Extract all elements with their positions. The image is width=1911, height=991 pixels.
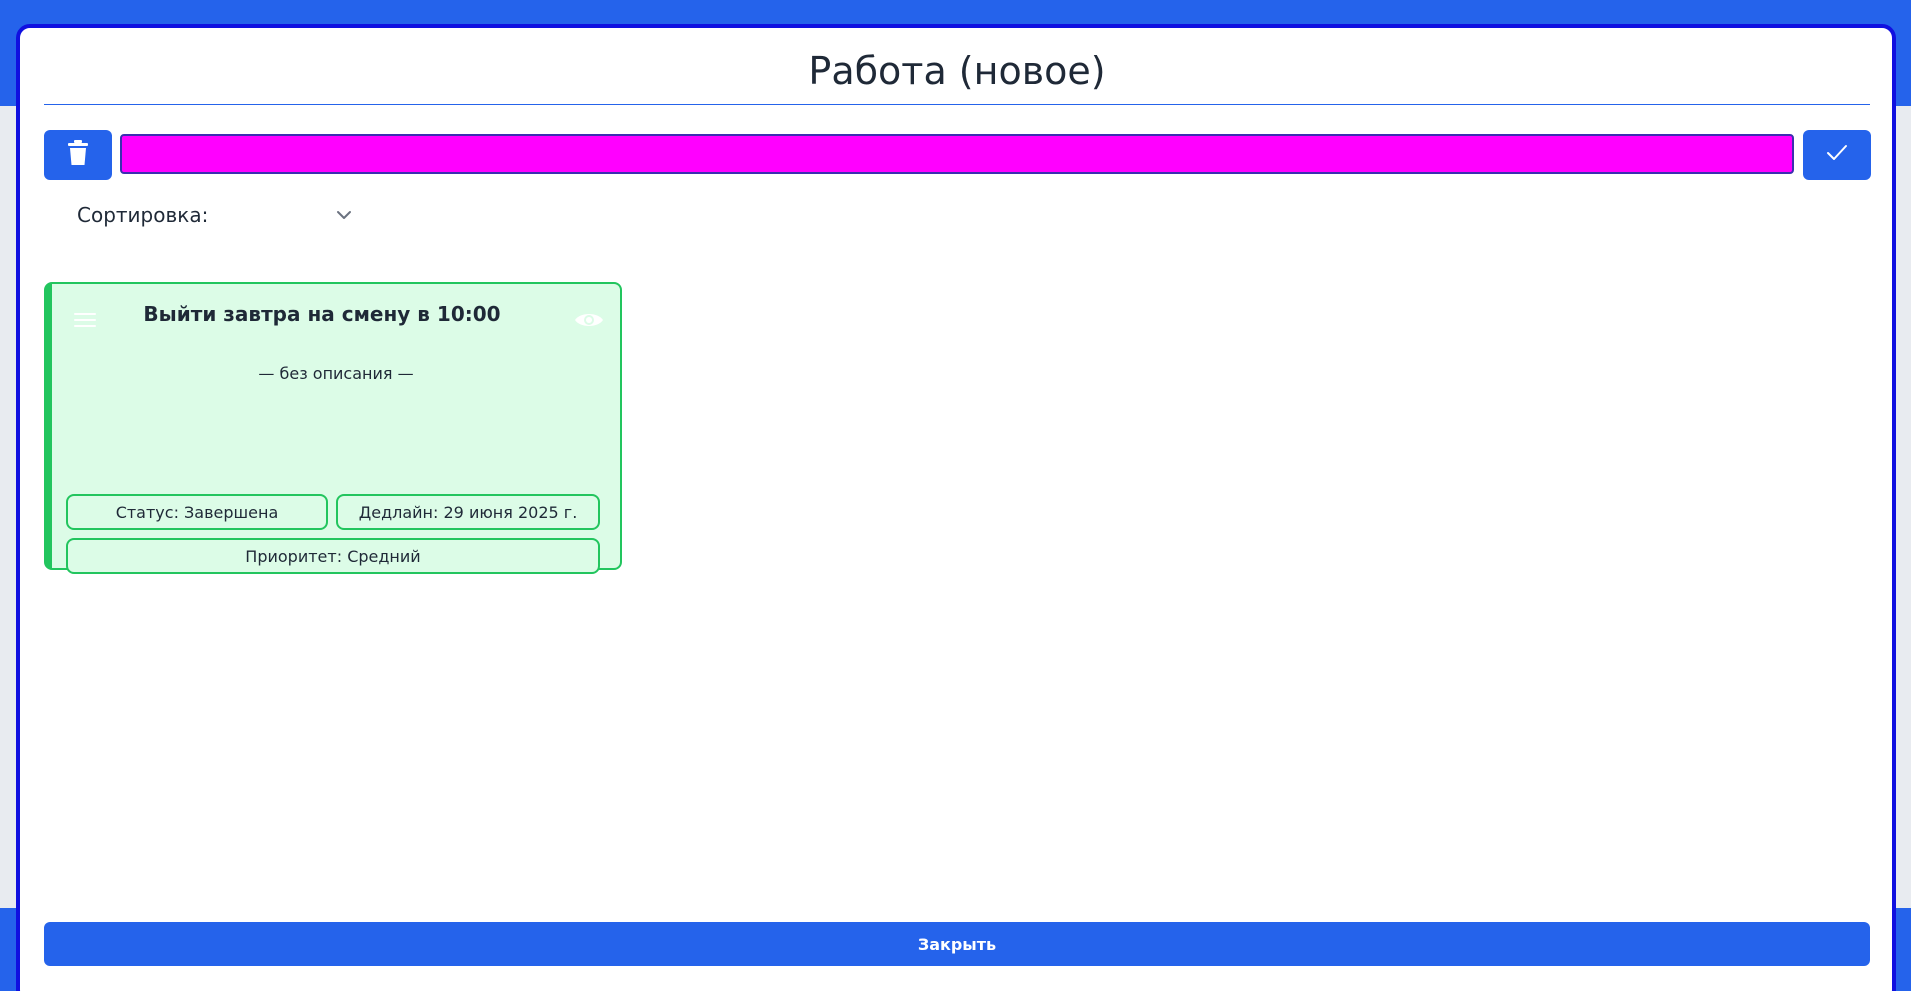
- drag-handle-icon[interactable]: [74, 312, 96, 328]
- task-card[interactable]: Выйти завтра на смену в 10:00 — без опис…: [44, 282, 622, 574]
- eye-icon[interactable]: [574, 310, 604, 330]
- status-badge: Статус: Завершена: [66, 494, 328, 530]
- modal-title: Работа (новое): [808, 49, 1106, 93]
- trash-icon: [67, 140, 89, 170]
- task-description: — без описания —: [258, 364, 414, 383]
- priority-badge: Приоритет: Средний: [66, 538, 600, 574]
- delete-button[interactable]: [44, 130, 112, 180]
- color-input[interactable]: [120, 134, 1794, 174]
- task-title: Выйти завтра на смену в 10:00: [143, 302, 501, 326]
- title-divider: [44, 104, 1870, 105]
- chevron-down-icon[interactable]: [335, 206, 353, 224]
- task-group-modal: Работа (новое) Сортировка: Выйти завтра …: [16, 24, 1896, 991]
- sort-label: Сортировка:: [77, 203, 209, 227]
- check-icon: [1826, 144, 1848, 166]
- deadline-badge: Дедлайн: 29 июня 2025 г.: [336, 494, 600, 530]
- close-button[interactable]: Закрыть: [44, 922, 1870, 966]
- confirm-button[interactable]: [1803, 130, 1871, 180]
- sort-select[interactable]: Сортировка:: [77, 200, 367, 230]
